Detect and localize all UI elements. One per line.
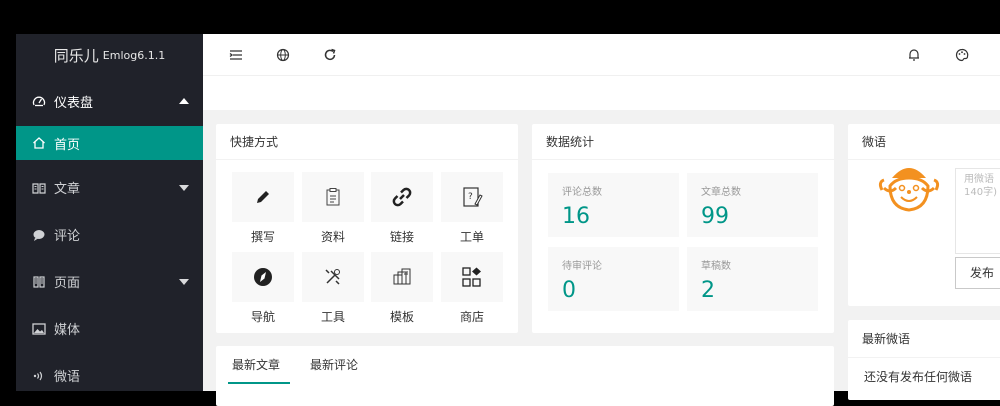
theme-icon[interactable] [954,47,970,63]
stat-label: 评论总数 [562,187,602,198]
sidebar-item-home[interactable]: 首页 [16,126,203,160]
publish-button[interactable]: 发布 [955,257,1000,289]
sidebar-item-label: 仪表盘 [54,95,94,111]
quick-links-card: 快捷方式 撰写 资料 链接 ? 工单 导航 工具 模板 商店 [216,124,518,333]
dashboard-icon [32,96,46,107]
compass-icon [254,268,272,286]
quick-link-label: 模板 [389,310,414,324]
latest-weibo-card: 最新微语 还没有发布任何微语 [848,320,1000,400]
svg-text:?: ? [468,192,473,202]
weibo-card: 微语 用微语 140字) 发布 [848,124,1000,306]
stat-value: 0 [562,278,576,303]
template-icon [393,268,411,285]
stat-value: 2 [701,278,715,303]
tools-icon [325,269,340,285]
sidebar-item-label: 微语 [54,370,81,385]
stat-articles-total[interactable]: 文章总数 99 [687,173,818,237]
stat-value: 16 [562,204,590,229]
top-header [203,34,1000,76]
ticket-icon: ? [463,187,483,207]
articles-card: 最新文章 最新评论 [216,346,834,406]
sidebar-item-label: 媒体 [54,323,81,338]
stat-pending-comments[interactable]: 待审评论 0 [548,247,679,311]
card-title: 数据统计 [532,124,834,160]
refresh-icon[interactable] [322,47,338,63]
brand-version: Emlog6.1.1 [102,48,166,62]
quick-link-ticket[interactable]: ? 工单 [441,172,503,245]
sidebar-item-pages[interactable]: 页面 [16,258,203,305]
quick-link-label: 工单 [459,230,484,244]
sidebar-item-articles[interactable]: 文章 [16,164,203,211]
bell-icon[interactable] [906,47,922,63]
chevron-down-icon [179,278,189,285]
brand[interactable]: 同乐儿 Emlog6.1.1 [16,34,203,76]
sidebar-item-label: 评论 [54,229,81,244]
brand-name: 同乐儿 [53,46,99,65]
sidebar-item-media[interactable]: 媒体 [16,305,203,352]
stats-card: 数据统计 评论总数 16 文章总数 99 待审评论 0 草稿数 2 [532,124,834,333]
sound-icon [33,371,43,380]
quick-link-profile[interactable]: 资料 [302,172,364,245]
clipboard-icon [326,188,340,206]
stat-label: 待审评论 [562,261,602,272]
stat-value: 99 [701,204,729,229]
globe-icon[interactable] [275,47,291,63]
quick-link-label: 撰写 [250,230,275,244]
stat-label: 草稿数 [701,261,731,272]
sidebar-item-label: 文章 [54,182,81,197]
quick-link-write[interactable]: 撰写 [232,172,294,245]
quick-link-tools[interactable]: 工具 [302,252,364,325]
stat-drafts[interactable]: 草稿数 2 [687,247,818,311]
quick-link-links[interactable]: 链接 [371,172,433,245]
quick-link-label: 工具 [320,310,345,324]
sidebar-item-label: 页面 [54,276,81,291]
avatar[interactable] [874,160,944,222]
weibo-input-placeholder: 用微语 140字) [964,174,997,198]
page-icon [33,275,45,288]
app-frame: 同乐儿 Emlog6.1.1 仪表盘 首页 文章 评论 页面 媒体 微语 快捷方… [0,0,1000,406]
quick-link-template[interactable]: 模板 [371,252,433,325]
card-title: 最新微语 [848,320,1000,358]
sidebar-item-label: 首页 [54,137,81,153]
store-icon [462,267,481,287]
tab-latest-comments[interactable]: 最新评论 [306,346,362,384]
quick-link-store[interactable]: 商店 [441,252,503,325]
tab-latest-articles[interactable]: 最新文章 [228,346,291,384]
home-icon [33,137,45,149]
weibo-input[interactable]: 用微语 140字) [955,168,1000,254]
card-title: 微语 [848,124,1000,160]
quick-link-label: 资料 [320,230,345,244]
chevron-up-icon [179,98,189,104]
card-title: 快捷方式 [216,124,518,160]
empty-message: 还没有发布任何微语 [864,370,973,384]
quick-link-label: 商店 [459,310,484,324]
link-icon [392,187,412,207]
quick-link-label: 链接 [389,230,414,244]
book-icon [32,182,46,194]
sidebar-item-weibo[interactable]: 微语 [16,352,203,399]
article-tabs: 最新文章 最新评论 [216,346,834,384]
image-icon [32,322,46,335]
quick-link-nav[interactable]: 导航 [232,252,294,325]
sidebar-item-dashboard[interactable]: 仪表盘 [16,76,203,126]
stat-label: 文章总数 [701,187,741,198]
quick-link-label: 导航 [250,310,275,324]
comment-icon [33,229,45,241]
sidebar-item-comments[interactable]: 评论 [16,211,203,258]
breadcrumb-bar [203,76,1000,110]
stat-comments-total[interactable]: 评论总数 16 [548,173,679,237]
pen-icon [257,191,269,203]
chevron-down-icon [179,184,189,191]
sidebar: 同乐儿 Emlog6.1.1 仪表盘 首页 文章 评论 页面 媒体 微语 [16,34,203,391]
menu-fold-icon[interactable] [228,47,244,63]
